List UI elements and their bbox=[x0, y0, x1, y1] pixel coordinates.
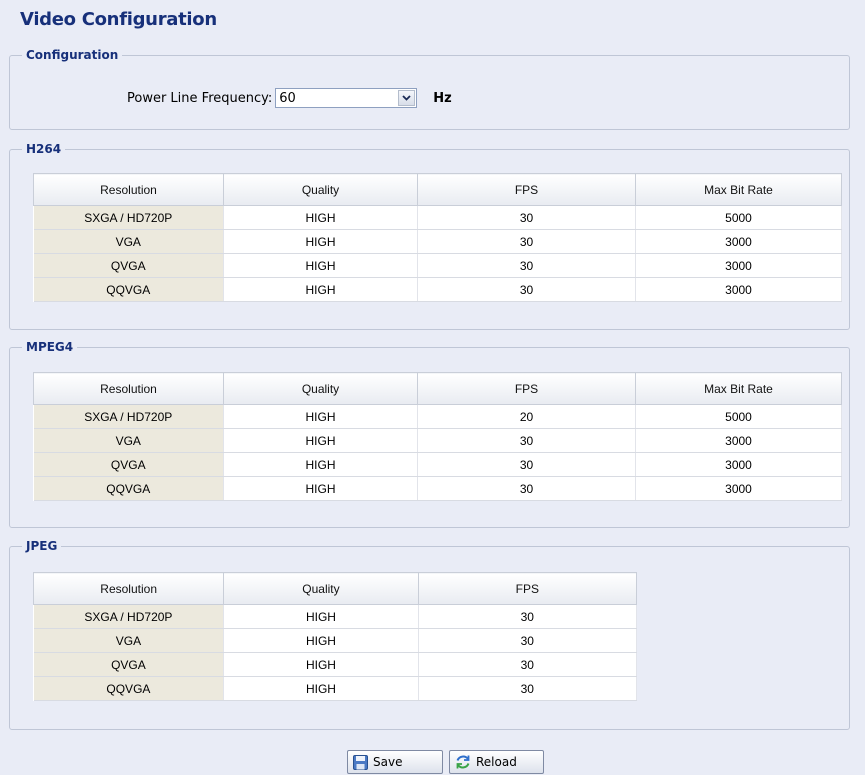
cell-resolution: SXGA / HD720P bbox=[33, 205, 224, 230]
table-row: QVGA HIGH 30 bbox=[33, 652, 638, 677]
cell-quality: HIGH bbox=[223, 404, 418, 429]
cell-resolution: SXGA / HD720P bbox=[33, 604, 225, 629]
table-row: QVGA HIGH 30 3000 bbox=[33, 452, 842, 477]
save-button[interactable]: Save bbox=[347, 750, 443, 774]
column-header-max-bit-rate: Max Bit Rate bbox=[635, 372, 842, 405]
column-header-resolution: Resolution bbox=[33, 372, 224, 405]
cell-quality: HIGH bbox=[223, 652, 419, 677]
reload-button-label: Reload bbox=[476, 755, 517, 769]
page-title: Video Configuration bbox=[20, 9, 217, 30]
power-line-frequency-label: Power Line Frequency: bbox=[127, 90, 273, 106]
column-header-fps: FPS bbox=[417, 372, 636, 405]
cell-quality: HIGH bbox=[223, 253, 418, 278]
cell-max-bit-rate: 3000 bbox=[635, 253, 842, 278]
cell-quality: HIGH bbox=[223, 476, 418, 501]
cell-quality: HIGH bbox=[223, 452, 418, 477]
column-header-fps: FPS bbox=[417, 173, 636, 206]
cell-resolution: QQVGA bbox=[33, 476, 224, 501]
h264-legend: H264 bbox=[26, 142, 62, 156]
table-row: VGA HIGH 30 bbox=[33, 628, 638, 653]
cell-resolution: QVGA bbox=[33, 652, 225, 677]
cell-fps: 30 bbox=[418, 604, 638, 629]
cell-resolution: VGA bbox=[33, 428, 224, 453]
cell-max-bit-rate: 3000 bbox=[635, 277, 842, 302]
power-line-frequency-row: Power Line Frequency: 60 Hz bbox=[127, 87, 452, 109]
cell-fps: 30 bbox=[417, 205, 636, 230]
cell-fps: 30 bbox=[417, 277, 636, 302]
table-row: SXGA / HD720P HIGH 20 5000 bbox=[33, 404, 842, 429]
cell-fps: 30 bbox=[418, 676, 638, 701]
table-row: SXGA / HD720P HIGH 30 bbox=[33, 604, 638, 629]
cell-max-bit-rate: 5000 bbox=[635, 404, 842, 429]
jpeg-table: Resolution Quality FPS SXGA / HD720P HIGH… bbox=[32, 572, 638, 701]
cell-max-bit-rate: 3000 bbox=[635, 229, 842, 254]
configuration-legend: Configuration bbox=[26, 48, 119, 62]
table-row: QQVGA HIGH 30 3000 bbox=[33, 476, 842, 501]
cell-resolution: VGA bbox=[33, 229, 224, 254]
column-header-quality: Quality bbox=[223, 572, 419, 605]
cell-fps: 30 bbox=[418, 652, 638, 677]
cell-fps: 30 bbox=[417, 428, 636, 453]
column-header-quality: Quality bbox=[223, 173, 418, 206]
jpeg-legend: JPEG bbox=[26, 539, 58, 553]
cell-fps: 30 bbox=[417, 452, 636, 477]
h264-table: Resolution Quality FPS Max Bit Rate SXGA… bbox=[33, 173, 842, 302]
table-row: VGA HIGH 30 3000 bbox=[33, 428, 842, 453]
cell-fps: 30 bbox=[417, 229, 636, 254]
cell-max-bit-rate: 3000 bbox=[635, 476, 842, 501]
column-header-resolution: Resolution bbox=[32, 572, 225, 605]
cell-resolution: QQVGA bbox=[33, 277, 224, 302]
cell-fps: 20 bbox=[417, 404, 636, 429]
column-header-resolution: Resolution bbox=[33, 173, 224, 206]
table-row: SXGA / HD720P HIGH 30 5000 bbox=[33, 205, 842, 230]
table-row: VGA HIGH 30 3000 bbox=[33, 229, 842, 254]
action-bar: Save Reload bbox=[347, 750, 544, 774]
cell-quality: HIGH bbox=[223, 676, 419, 701]
floppy-disk-icon bbox=[353, 754, 368, 770]
column-header-max-bit-rate: Max Bit Rate bbox=[635, 173, 842, 206]
power-line-frequency-value: 60 bbox=[279, 90, 296, 106]
save-button-label: Save bbox=[373, 755, 403, 769]
cell-quality: HIGH bbox=[223, 604, 419, 629]
table-row: QVGA HIGH 30 3000 bbox=[33, 253, 842, 278]
cell-fps: 30 bbox=[418, 628, 638, 653]
cell-quality: HIGH bbox=[223, 428, 418, 453]
cell-resolution: QVGA bbox=[33, 452, 224, 477]
table-row: QQVGA HIGH 30 3000 bbox=[33, 277, 842, 302]
cell-quality: HIGH bbox=[223, 229, 418, 254]
cell-fps: 30 bbox=[417, 253, 636, 278]
power-line-frequency-select[interactable]: 60 bbox=[275, 88, 418, 108]
cell-resolution: QQVGA bbox=[33, 676, 225, 701]
cell-quality: HIGH bbox=[223, 628, 419, 653]
column-header-fps: FPS bbox=[417, 572, 638, 605]
frequency-unit-label: Hz bbox=[433, 90, 452, 106]
refresh-icon bbox=[455, 754, 471, 770]
cell-fps: 30 bbox=[417, 476, 636, 501]
table-row: QQVGA HIGH 30 bbox=[33, 676, 638, 701]
mpeg4-legend: MPEG4 bbox=[26, 340, 74, 354]
column-header-quality: Quality bbox=[223, 372, 418, 405]
cell-max-bit-rate: 5000 bbox=[635, 205, 842, 230]
cell-resolution: SXGA / HD720P bbox=[33, 404, 224, 429]
chevron-down-icon[interactable] bbox=[398, 90, 416, 106]
cell-quality: HIGH bbox=[223, 277, 418, 302]
cell-resolution: QVGA bbox=[33, 253, 224, 278]
reload-button[interactable]: Reload bbox=[449, 750, 544, 774]
cell-max-bit-rate: 3000 bbox=[635, 452, 842, 477]
mpeg4-table: Resolution Quality FPS Max Bit Rate SXGA… bbox=[33, 372, 842, 501]
cell-resolution: VGA bbox=[33, 628, 225, 653]
cell-max-bit-rate: 3000 bbox=[635, 428, 842, 453]
cell-quality: HIGH bbox=[223, 205, 418, 230]
